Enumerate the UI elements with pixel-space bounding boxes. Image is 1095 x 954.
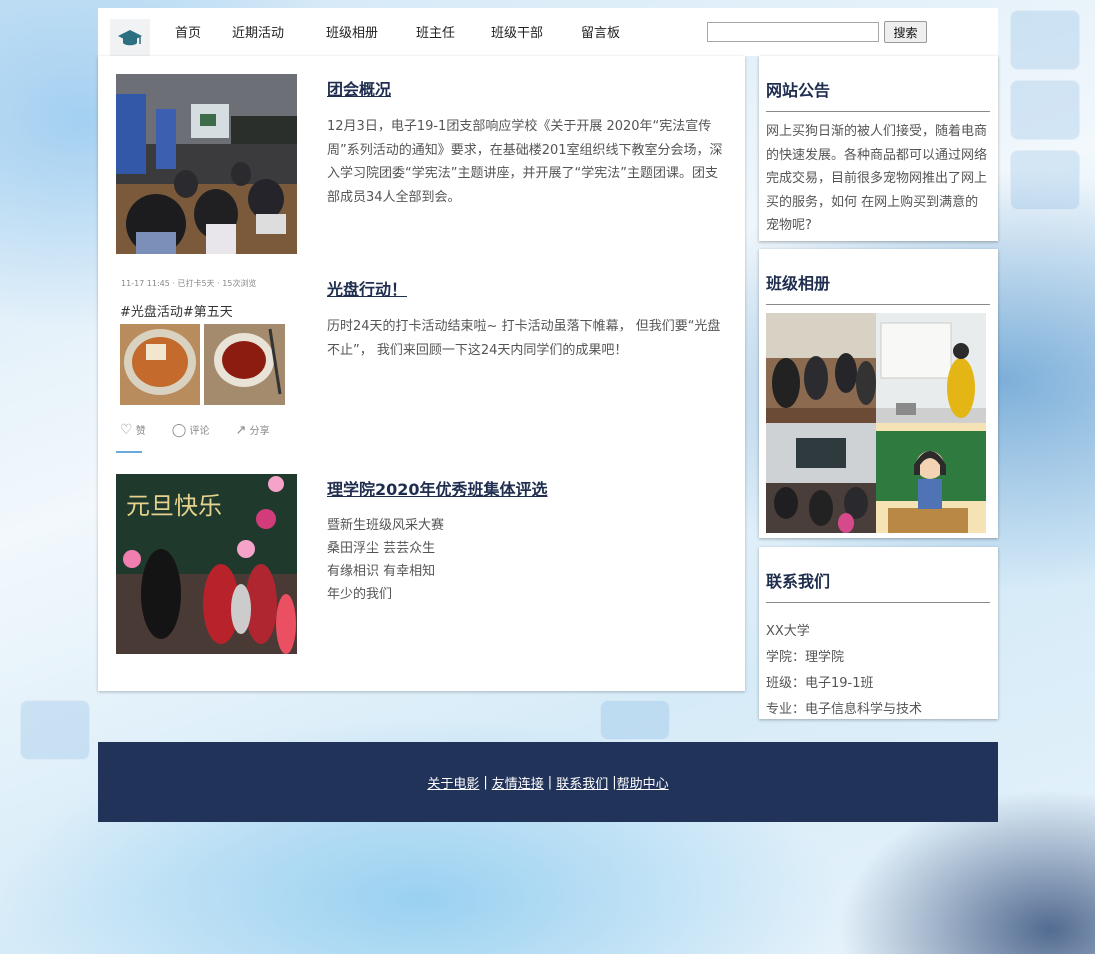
contact-college: 学院：理学院 bbox=[766, 650, 845, 665]
contact-title: 联系我们 bbox=[766, 568, 990, 603]
article-line: 有缘相识 有幸相知 bbox=[327, 564, 436, 579]
footer-separator: | bbox=[547, 774, 553, 790]
food-photos bbox=[120, 324, 285, 405]
footer-link-about[interactable]: 关于电影 bbox=[427, 773, 479, 792]
background-tile bbox=[600, 700, 670, 740]
album-grid bbox=[766, 313, 986, 533]
contact-class: 班级：电子19-1班 bbox=[766, 676, 874, 691]
contact-university: XX大学 bbox=[766, 624, 810, 639]
article-item: 团会概况 12月3日，电子19-1团支部响应学校《关于开展 2020年“宪法宣传… bbox=[116, 74, 726, 254]
nav-item-class-album[interactable]: 班级相册 bbox=[326, 22, 378, 41]
top-nav-bar: 首页 近期活动 班级相册 班主任 班级干部 留言板 搜索 bbox=[98, 8, 998, 56]
graduation-cap-icon[interactable] bbox=[110, 19, 150, 56]
footer: 关于电影 | 友情连接 | 联系我们 | 帮助中心 bbox=[98, 742, 998, 822]
decorative-divider bbox=[116, 451, 142, 453]
article-item: 11-17 11:45 · 已打卡5天 · 15次浏览 #光盘活动#第五天 ♡ … bbox=[116, 274, 726, 454]
footer-link-help[interactable]: 帮助中心 bbox=[617, 773, 669, 792]
contact-panel: 联系我们 XX大学 学院：理学院 班级：电子19-1班 专业：电子信息科学与技术 bbox=[759, 547, 998, 719]
post-tag: #光盘活动#第五天 bbox=[120, 305, 233, 320]
background-tile bbox=[1010, 10, 1080, 70]
comment-icon: ◯ bbox=[171, 423, 187, 438]
main-content-card: 团会概况 12月3日，电子19-1团支部响应学校《关于开展 2020年“宪法宣传… bbox=[98, 56, 745, 691]
like-button[interactable]: ♡ 赞 bbox=[120, 422, 146, 438]
article-summary: 12月3日，电子19-1团支部响应学校《关于开展 2020年“宪法宣传周”系列活… bbox=[327, 119, 723, 205]
footer-link-friends[interactable]: 友情连接 bbox=[492, 773, 544, 792]
notice-panel: 网站公告 网上买狗日渐的被人们接受，随着电商 的快速发展。各种商品都可以通过网络… bbox=[759, 56, 998, 241]
footer-separator: | bbox=[483, 774, 488, 790]
article-line: 年少的我们 bbox=[327, 587, 393, 602]
comment-label: 评论 bbox=[189, 426, 210, 437]
article-title[interactable]: 团会概况 bbox=[327, 76, 391, 100]
nav-item-class-cadres[interactable]: 班级干部 bbox=[491, 22, 543, 41]
class-album-panel: 班级相册 bbox=[759, 249, 998, 538]
background-tile bbox=[1010, 80, 1080, 140]
article-summary: 历时24天的打卡活动结束啦~ 打卡活动虽落下帷幕， 但我们要“光盘不止”， 我们… bbox=[327, 319, 721, 358]
svg-text:元旦快乐: 元旦快乐 bbox=[126, 492, 222, 520]
article-title[interactable]: 理学院2020年优秀班集体评选 bbox=[327, 476, 548, 500]
background-tile bbox=[20, 700, 90, 760]
article-line: 暨新生班级风采大赛 bbox=[327, 518, 445, 533]
post-meta: 11-17 11:45 · 已打卡5天 · 15次浏览 bbox=[121, 279, 257, 288]
search-input[interactable] bbox=[707, 22, 879, 42]
album-title[interactable]: 班级相册 bbox=[766, 270, 990, 305]
album-photo[interactable] bbox=[766, 313, 876, 423]
heart-icon: ♡ bbox=[120, 422, 133, 438]
search-button[interactable]: 搜索 bbox=[884, 21, 927, 43]
article-thumbnail-classroom[interactable] bbox=[116, 74, 297, 254]
notice-text: 网上买狗日渐的被人们接受，随着电商 的快速发展。各种商品都可以通过网络完成交易，… bbox=[766, 124, 988, 233]
article-line: 桑田浮尘 芸芸众生 bbox=[327, 541, 436, 556]
article-thumbnail-post[interactable]: 11-17 11:45 · 已打卡5天 · 15次浏览 #光盘活动#第五天 ♡ … bbox=[116, 274, 297, 454]
article-title[interactable]: 光盘行动！ bbox=[327, 276, 407, 300]
nav-item-head-teacher[interactable]: 班主任 bbox=[416, 22, 455, 41]
article-summary: 暨新生班级风采大赛 桑田浮尘 芸芸众生 有缘相识 有幸相知 年少的我们 bbox=[327, 514, 727, 606]
album-photo[interactable] bbox=[766, 423, 876, 533]
footer-link-contact[interactable]: 联系我们 bbox=[556, 773, 608, 792]
share-label: 分享 bbox=[249, 426, 270, 437]
share-icon: ↗ bbox=[235, 423, 247, 438]
nav-item-recent-activities[interactable]: 近期活动 bbox=[232, 22, 284, 41]
nav-item-home[interactable]: 首页 bbox=[175, 22, 201, 41]
background-tile bbox=[1010, 150, 1080, 210]
nav-item-message-board[interactable]: 留言板 bbox=[581, 22, 620, 41]
comment-button[interactable]: ◯ 评论 bbox=[172, 422, 210, 438]
like-label: 赞 bbox=[135, 426, 146, 437]
share-button[interactable]: ↗ 分享 bbox=[236, 422, 270, 438]
notice-title: 网站公告 bbox=[766, 77, 990, 112]
article-thumbnail-celebration[interactable]: 元旦快乐 bbox=[116, 474, 297, 654]
article-item: 元旦快乐 理学院2020年优秀班集体评选 暨新生班级风采大赛 桑田浮尘 芸芸众生… bbox=[116, 474, 726, 654]
album-photo[interactable] bbox=[876, 423, 986, 533]
contact-major: 专业：电子信息科学与技术 bbox=[766, 702, 923, 717]
album-photo[interactable] bbox=[876, 313, 986, 423]
